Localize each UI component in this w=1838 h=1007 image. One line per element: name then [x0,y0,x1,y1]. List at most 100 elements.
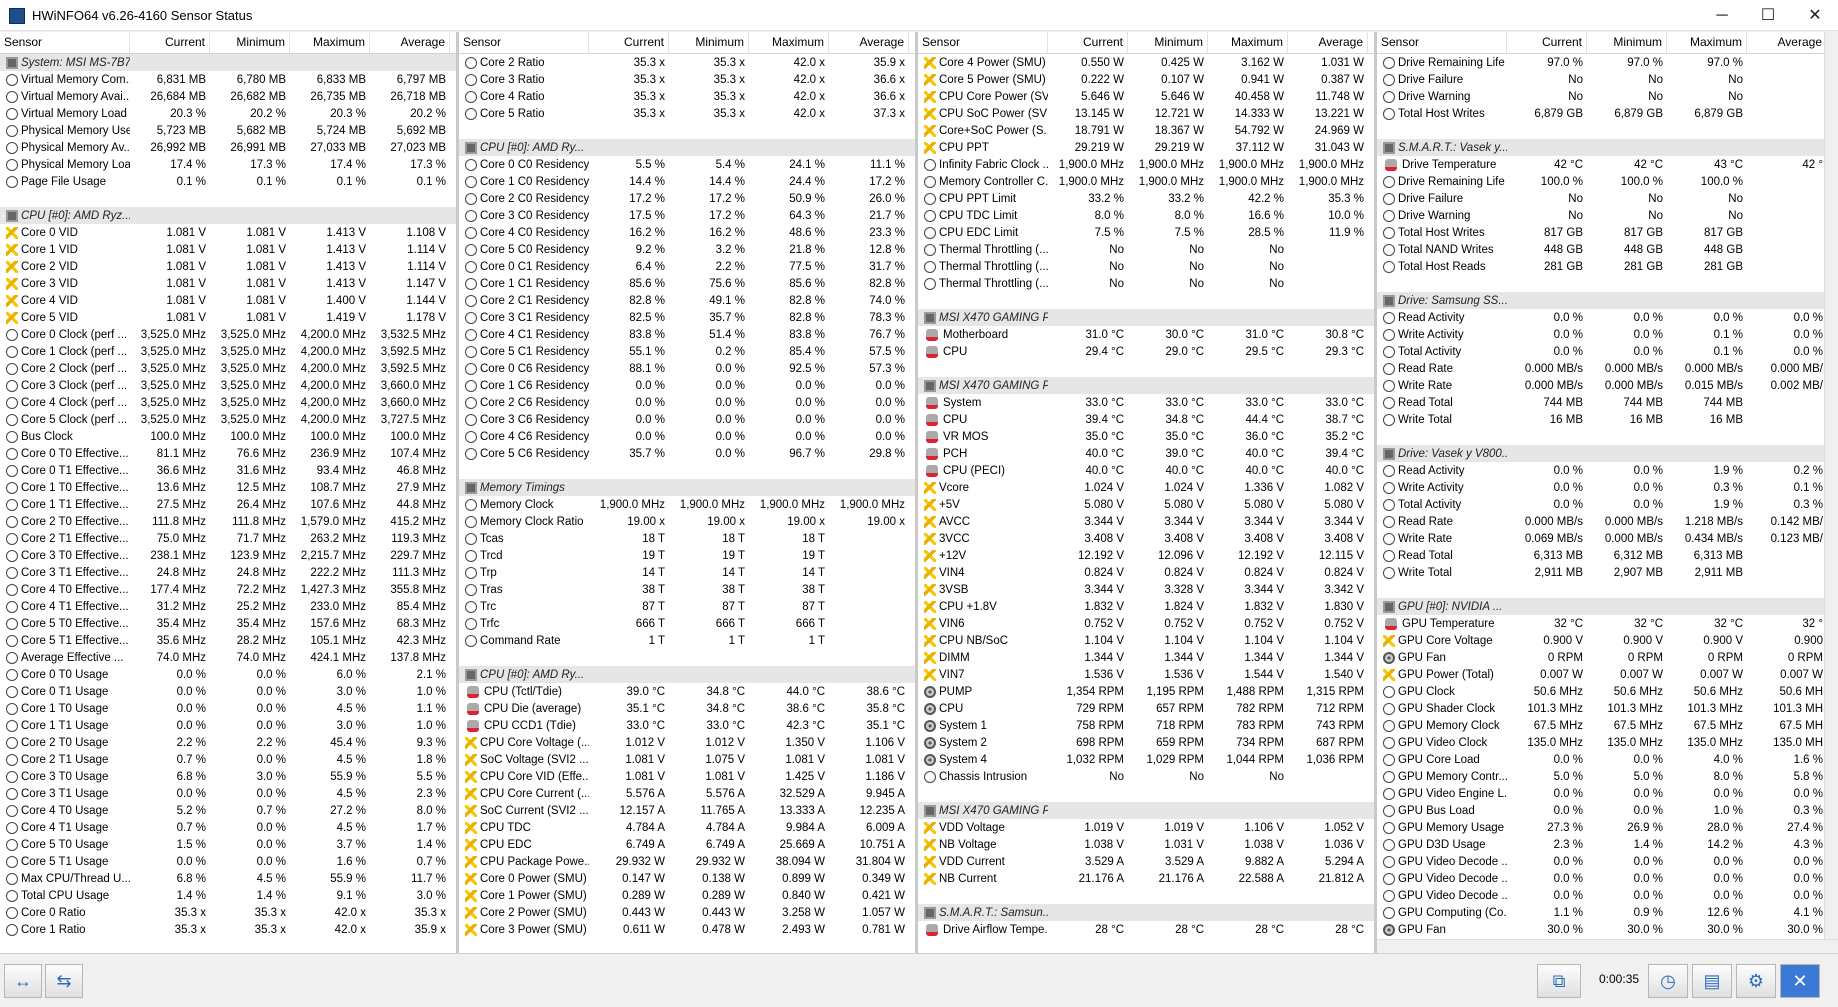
table-row[interactable]: Total Host Reads 281 GB 281 GB 281 GB [1377,258,1838,275]
sensor-pane[interactable]: Sensor Current Minimum Maximum Average Core 2… [459,32,918,953]
group-header-row[interactable]: MSI X470 GAMING P... [918,309,1374,326]
table-row[interactable]: SoC Voltage (SVI2 ... 1.081 V 1.075 V 1.081… [459,751,915,768]
table-row[interactable]: Core+SoC Power (S... 18.791 W 18.367 W 54.7… [918,122,1374,139]
table-row[interactable]: Core 2 C6 Residency 0.0 % 0.0 % 0.0 % 0.0 % [459,394,915,411]
group-header-row[interactable]: CPU [#0]: AMD Ry... [459,139,915,156]
table-row[interactable]: GPU Video Clock 135.0 MHz 135.0 MHz 135.0 M… [1377,734,1838,751]
table-row[interactable]: VIN6 0.752 V 0.752 V 0.752 V 0.752 V [918,615,1374,632]
table-row[interactable]: GPU Core Load 0.0 % 0.0 % 4.0 % 1.6 % [1377,751,1838,768]
column-header[interactable]: Current [1507,32,1587,53]
column-header[interactable]: Sensor [0,32,130,53]
table-row[interactable]: Core 0 T1 Usage 0.0 % 0.0 % 3.0 % 1.0 % [0,683,456,700]
table-row[interactable]: Thermal Throttling (... No No No [918,275,1374,292]
table-row[interactable]: Core 2 Clock (perf ... 3,525.0 MHz 3,525.0… [0,360,456,377]
table-row[interactable]: Core 4 C0 Residency 16.2 % 16.2 % 48.6 % 23.… [459,224,915,241]
table-row[interactable]: Core 5 Clock (perf ... 3,525.0 MHz 3,525.0… [0,411,456,428]
table-row[interactable]: Virtual Memory Load 20.3 % 20.2 % 20.3 % 20.… [0,105,456,122]
table-row[interactable]: Core 2 Power (SMU) 0.443 W 0.443 W 3.258 W1… [459,904,915,921]
column-header[interactable]: Current [589,32,669,53]
table-row[interactable]: Thermal Throttling (... No No No [918,241,1374,258]
table-row[interactable]: +12V 12.192 V 12.096 V 12.192 V 12.115 V [918,547,1374,564]
table-row[interactable]: CPU TDC 4.784 A 4.784 A 9.984 A 6.009 A [459,819,915,836]
table-row[interactable]: Chassis Intrusion No No No [918,768,1374,785]
table-row[interactable]: Core 0 Clock (perf ... 3,525.0 MHz 3,525.0… [0,326,456,343]
table-row[interactable]: Read Rate 0.000 MB/s 0.000 MB/s 1.218 MB/s 0… [1377,513,1838,530]
table-row[interactable]: Core 4 Clock (perf ... 3,525.0 MHz 3,525.0… [0,394,456,411]
table-row[interactable]: Core 1 C1 Residency 85.6 % 75.6 % 85.6 % 82.… [459,275,915,292]
table-row[interactable]: Physical Memory Av... 26,992 MB 26,991 MB 2… [0,139,456,156]
nav-left-button[interactable]: ↔ [4,964,42,998]
table-row[interactable]: GPU Bus Load 0.0 % 0.0 % 1.0 % 0.3 % [1377,802,1838,819]
group-header-row[interactable]: Drive: Vasek y V800... [1377,445,1838,462]
table-row[interactable]: System 2 698 RPM 659 RPM 734 RPM 687 RPM [918,734,1374,751]
table-row[interactable]: Drive Failure No No No [1377,190,1838,207]
table-row[interactable]: CPU Core Voltage (... 1.012 V 1.012 V 1.350… [459,734,915,751]
column-header[interactable]: Sensor [918,32,1048,53]
table-row[interactable]: GPU Video Decode ... 0.0 % 0.0 % 0.0 % 0.0 % [1377,853,1838,870]
column-header[interactable]: Current [1048,32,1128,53]
table-row[interactable]: Core 5 C1 Residency 55.1 % 0.2 % 85.4 % 57.5… [459,343,915,360]
column-header[interactable]: Maximum [290,32,370,53]
table-row[interactable]: Core 1 C0 Residency 14.4 % 14.4 % 24.4 % 17.… [459,173,915,190]
table-row[interactable]: CPU Core Current (... 5.576 A 5.576 A 32.52… [459,785,915,802]
table-row[interactable]: Core 2 VID 1.081 V 1.081 V 1.413 V 1.114 V [0,258,456,275]
group-header-row[interactable]: S.M.A.R.T.: Vasek y... [1377,139,1838,156]
table-row[interactable]: Core 0 C0 Residency 5.5 % 5.4 % 24.1 % 11.1 … [459,156,915,173]
table-row[interactable]: Core 3 C1 Residency 82.5 % 35.7 % 82.8 % 78.… [459,309,915,326]
table-row[interactable]: Core 2 T1 Usage 0.7 % 0.0 % 4.5 % 1.8 % [0,751,456,768]
table-row[interactable]: Core 4 T1 Usage 0.7 % 0.0 % 4.5 % 1.7 % [0,819,456,836]
table-row[interactable]: Trcd 19 T 19 T 19 T [459,547,915,564]
table-row[interactable]: Core 1 T0 Effective... 13.6 MHz 12.5 MHz 10… [0,479,456,496]
table-row[interactable]: Write Total 2,911 MB 2,907 MB 2,911 MB [1377,564,1838,581]
close-sensors-button[interactable]: ✕ [1780,964,1820,998]
table-row[interactable]: Core 3 C0 Residency 17.5 % 17.2 % 64.3 % 21.… [459,207,915,224]
table-row[interactable]: Total Activity 0.0 % 0.0 % 1.9 % 0.3 % [1377,496,1838,513]
table-row[interactable]: VIN4 0.824 V 0.824 V 0.824 V 0.824 V [918,564,1374,581]
table-row[interactable]: CPU 39.4 °C 34.8 °C 44.4 °C 38.7 °C [918,411,1374,428]
table-row[interactable]: Core 3 T0 Effective... 238.1 MHz 123.9 MHz… [0,547,456,564]
group-header-row[interactable]: System: MSI MS-7B79 [0,54,456,71]
table-row[interactable]: Page File Usage 0.1 % 0.1 % 0.1 % 0.1 % [0,173,456,190]
table-row[interactable]: CPU SoC Power (SVI... 13.145 W 12.721 W 14.… [918,105,1374,122]
table-row[interactable]: Core 3 Power (SMU) 0.611 W 0.478 W 2.493 W0… [459,921,915,938]
table-row[interactable]: Drive Remaining Life 97.0 % 97.0 % 97.0 % [1377,54,1838,71]
table-row[interactable]: CPU Core Power (SV... 5.646 W 5.646 W 40.45… [918,88,1374,105]
table-row[interactable]: CPU Die (average) 35.1 °C 34.8 °C 38.6 °C 35… [459,700,915,717]
table-row[interactable]: Write Total 16 MB 16 MB 16 MB [1377,411,1838,428]
table-row[interactable]: Physical Memory Load 17.4 % 17.3 % 17.4 % 17… [0,156,456,173]
table-row[interactable]: Core 5 T1 Effective... 35.6 MHz 28.2 MHz 10… [0,632,456,649]
group-header-row[interactable]: CPU [#0]: AMD Ryz... [0,207,456,224]
table-row[interactable]: Core 0 T1 Effective... 36.6 MHz 31.6 MHz 93… [0,462,456,479]
table-row[interactable]: Core 1 Clock (perf ... 3,525.0 MHz 3,525.0… [0,343,456,360]
table-row[interactable]: Core 2 T0 Effective... 111.8 MHz 111.8 MHz… [0,513,456,530]
table-row[interactable]: GPU Fan 0 RPM 0 RPM 0 RPM 0 RPM [1377,649,1838,666]
table-row[interactable]: Core 5 VID 1.081 V 1.081 V 1.419 V 1.178 V [0,309,456,326]
table-row[interactable]: Memory Controller C... 1,900.0 MHz 1,900.0… [918,173,1374,190]
table-row[interactable]: Core 0 C1 Residency 6.4 % 2.2 % 77.5 % 31.7 … [459,258,915,275]
table-row[interactable]: Physical Memory Used 5,723 MB 5,682 MB 5,72… [0,122,456,139]
table-row[interactable]: Memory Clock 1,900.0 MHz 1,900.0 MHz 1,900.… [459,496,915,513]
table-row[interactable]: Core 4 VID 1.081 V 1.081 V 1.400 V 1.144 V [0,292,456,309]
group-header-row[interactable]: MSI X470 GAMING P... [918,802,1374,819]
table-row[interactable]: CPU CCD1 (Tdie) 33.0 °C 33.0 °C 42.3 °C 35.1… [459,717,915,734]
column-header[interactable]: Current [130,32,210,53]
group-header-row[interactable]: Drive: Samsung SS... [1377,292,1838,309]
table-row[interactable]: Trfc 666 T 666 T 666 T [459,615,915,632]
table-row[interactable]: GPU Computing (Co... 1.1 % 0.9 % 12.6 % 4.1 … [1377,904,1838,921]
table-row[interactable]: Core 3 T1 Usage 0.0 % 0.0 % 4.5 % 2.3 % [0,785,456,802]
column-header[interactable]: Maximum [749,32,829,53]
sensor-pane[interactable]: Sensor Current Minimum Maximum Average Core 4… [918,32,1377,953]
table-row[interactable]: Core 0 VID 1.081 V 1.081 V 1.413 V 1.108 V [0,224,456,241]
table-row[interactable]: CPU EDC 6.749 A 6.749 A 25.669 A 10.751 A [459,836,915,853]
group-header-row[interactable]: Memory Timings [459,479,915,496]
table-row[interactable]: CPU +1.8V 1.832 V 1.824 V 1.832 V 1.830 V [918,598,1374,615]
table-row[interactable]: AVCC 3.344 V 3.344 V 3.344 V 3.344 V [918,513,1374,530]
table-row[interactable]: Average Effective ... 74.0 MHz 74.0 MHz 424… [0,649,456,666]
table-row[interactable]: Max CPU/Thread U... 6.8 % 4.5 % 55.9 % 11.7 … [0,870,456,887]
reset-clock-button[interactable]: ◷ [1648,964,1688,998]
table-row[interactable]: Total NAND Writes 448 GB 448 GB 448 GB [1377,241,1838,258]
table-row[interactable]: CPU PPT 29.219 W 29.219 W 37.112 W 31.043 W [918,139,1374,156]
column-header[interactable]: Minimum [1128,32,1208,53]
table-row[interactable]: Core 2 C1 Residency 82.8 % 49.1 % 82.8 % 74.… [459,292,915,309]
table-row[interactable]: Core 5 T0 Usage 1.5 % 0.0 % 3.7 % 1.4 % [0,836,456,853]
